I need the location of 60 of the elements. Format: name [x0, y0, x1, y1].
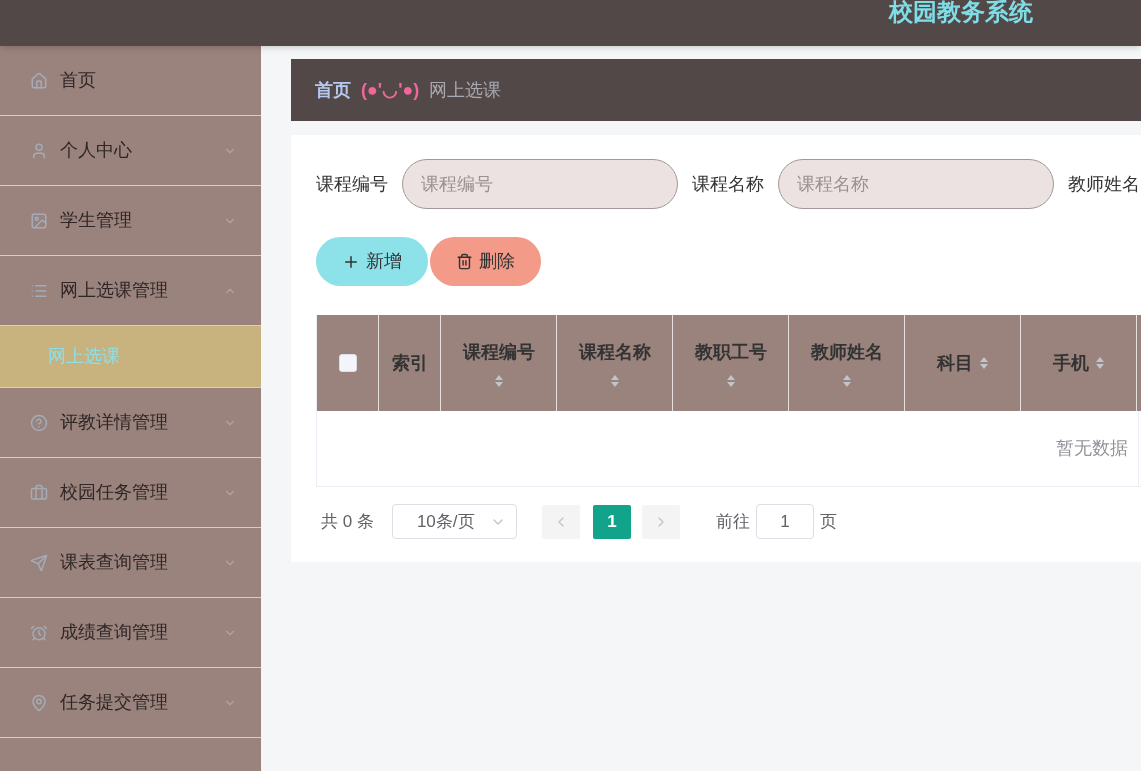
goto-page-field[interactable]: 1 — [755, 504, 814, 539]
sidebar-label: 评教详情管理 — [60, 411, 169, 434]
page-size-select[interactable]: 10条/页 — [391, 504, 517, 539]
column-header: 课程名称 — [578, 340, 651, 364]
column-header: 手机 — [1052, 351, 1089, 375]
search-field[interactable]: 课程编号 — [402, 159, 678, 209]
sidebar-label: 校园任务管理 — [60, 481, 169, 504]
sidebar-item[interactable]: 评教详情管理 — [0, 388, 261, 458]
sort-icon[interactable] — [1094, 356, 1105, 370]
sidebar-label: 任务提交管理 — [60, 691, 169, 714]
sidebar-label: 课表查询管理 — [60, 551, 169, 574]
empty-table-text: 暂无数据 — [1056, 437, 1128, 460]
sidebar-item[interactable]: 任务提交管理 — [0, 668, 261, 738]
question-icon — [30, 413, 48, 432]
select-all-checkbox[interactable] — [338, 354, 357, 372]
sidebar-item[interactable]: 课表查询管理 — [0, 528, 261, 598]
sort-icon[interactable] — [609, 373, 620, 388]
breadcrumb-current: 网上选课 — [429, 78, 502, 102]
sort-icon[interactable] — [493, 373, 504, 388]
column-header: 科目 — [936, 351, 973, 375]
sidebar-item[interactable]: 成绩查询管理 — [0, 598, 261, 668]
previous-page-button[interactable] — [541, 504, 580, 539]
sort-icon[interactable] — [725, 373, 736, 388]
column-header: 课程编号 — [462, 340, 535, 364]
sidebar-item[interactable]: 个人中心 — [0, 116, 261, 186]
search-label: 课程名称 — [692, 172, 764, 196]
total-count: 共 0 条 — [321, 510, 374, 533]
goto-label: 前往 — [715, 510, 750, 533]
delete-button[interactable]: 删除 — [430, 237, 541, 286]
sidebar-label: 成绩查询管理 — [60, 621, 169, 644]
column-header: 教职工号 — [694, 340, 767, 364]
sort-icon[interactable] — [841, 373, 852, 388]
add-button[interactable]: 新增 — [316, 237, 428, 286]
image-icon — [30, 211, 48, 230]
column-header: 索引 — [391, 351, 428, 375]
search-label: 课程编号 — [316, 172, 388, 196]
search-label: 教师姓名 — [1068, 172, 1140, 196]
sidebar-label: 个人中心 — [60, 139, 133, 162]
sort-icon[interactable] — [978, 356, 989, 370]
sidebar-label: 学生管理 — [60, 209, 133, 232]
home-icon — [30, 71, 48, 90]
paper-plane-icon — [30, 553, 48, 572]
sidebar-item[interactable]: 校园任务管理 — [0, 458, 261, 528]
alarm-clock-icon — [30, 623, 48, 642]
page-button[interactable]: 1 — [592, 504, 631, 539]
column-header: 教师姓名 — [810, 340, 883, 364]
page-suffix: 页 — [819, 510, 837, 533]
sidebar-label: 网上选课管理 — [60, 279, 169, 302]
app-title: 校园教务系统 — [889, 0, 1033, 24]
sidebar-label: 首页 — [60, 69, 97, 92]
briefcase-icon — [30, 483, 48, 502]
map-pin-icon — [30, 693, 48, 712]
sidebar-item[interactable]: 首页 — [0, 46, 261, 116]
trash-icon — [456, 253, 473, 270]
sidebar-item[interactable]: 学生管理 — [0, 186, 261, 256]
breadcrumb-home[interactable]: 首页 — [315, 76, 351, 104]
breadcrumb-separator: (●'◡'●) — [361, 78, 420, 102]
search-field[interactable]: 课程名称 — [778, 159, 1054, 209]
user-icon — [30, 141, 48, 160]
next-page-button[interactable] — [641, 504, 680, 539]
